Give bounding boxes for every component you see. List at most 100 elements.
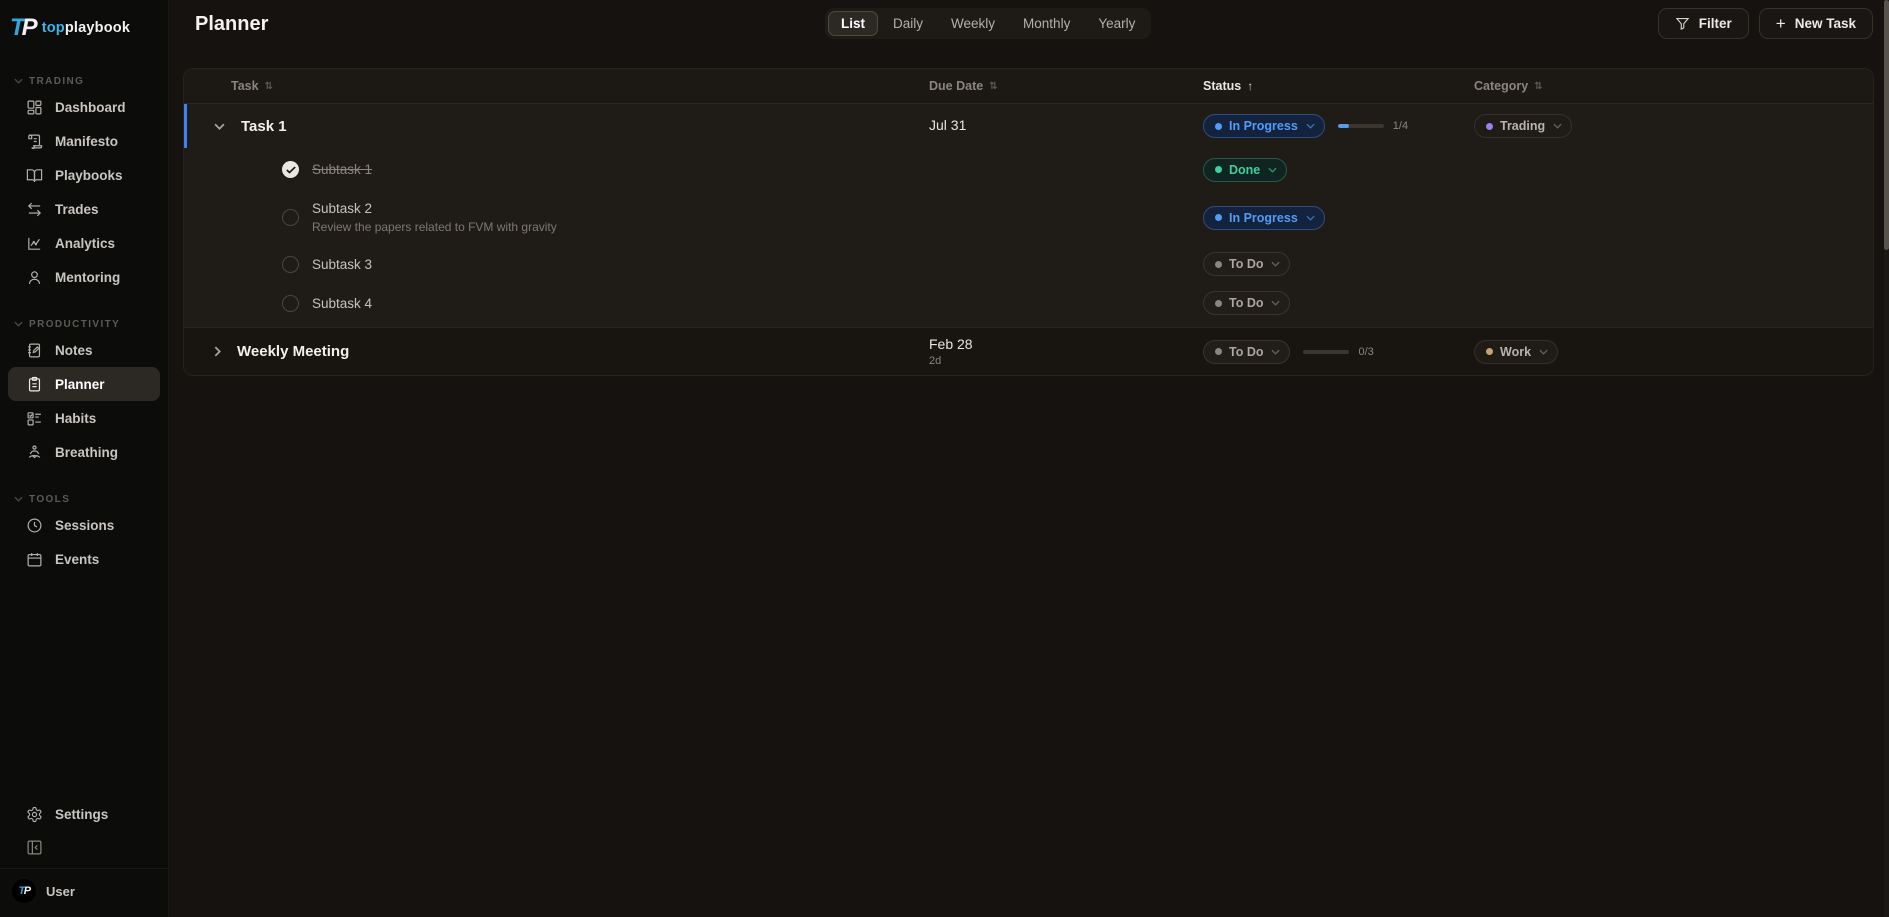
header-actions: Filter + New Task <box>1658 8 1873 39</box>
progress-label: 0/3 <box>1358 346 1373 358</box>
column-status[interactable]: Status↑ <box>1203 79 1253 93</box>
check-icon <box>286 166 296 174</box>
filter-button[interactable]: Filter <box>1658 8 1749 39</box>
sidebar-item-label: Notes <box>55 343 93 358</box>
subtask-checkbox[interactable] <box>282 256 299 273</box>
chart-icon <box>26 235 43 252</box>
sidebar-item-label: Manifesto <box>55 134 118 149</box>
status-badge[interactable]: To Do <box>1203 252 1290 276</box>
clock-icon <box>26 517 43 534</box>
status-badge[interactable]: In Progress <box>1203 114 1325 138</box>
tab-weekly[interactable]: Weekly <box>938 11 1008 36</box>
status-dot-icon <box>1215 166 1222 173</box>
subtask-title[interactable]: Subtask 3 <box>312 257 372 272</box>
due-date[interactable]: Jul 31 <box>929 117 966 133</box>
scrollbar-thumb[interactable] <box>1884 0 1889 250</box>
chevron-down-icon <box>1271 349 1280 355</box>
task-name[interactable]: Task 1 <box>241 118 287 135</box>
tab-yearly[interactable]: Yearly <box>1085 11 1148 36</box>
column-due-date[interactable]: Due Date⇅ <box>929 79 1203 93</box>
sidebar-item-label: Planner <box>55 377 105 392</box>
category-dot-icon <box>1486 123 1493 130</box>
chevron-down-icon <box>1539 349 1548 355</box>
sort-asc-icon: ↑ <box>1247 79 1253 93</box>
chevron-down-icon <box>1306 123 1315 129</box>
chevron-down-icon <box>1271 261 1280 267</box>
status-badge[interactable]: To Do <box>1203 291 1290 315</box>
sidebar-item-dashboard[interactable]: Dashboard <box>8 90 160 124</box>
subtask-row[interactable]: Subtask 2 Review the papers related to F… <box>184 191 1873 244</box>
sidebar-item-manifesto[interactable]: Manifesto <box>8 124 160 158</box>
subtask-row[interactable]: Subtask 3 To Do <box>184 244 1873 284</box>
subtask-checkbox[interactable] <box>282 295 299 312</box>
status-badge[interactable]: Done <box>1203 158 1287 182</box>
chevron-down-icon <box>1553 123 1562 129</box>
sidebar-item-mentoring[interactable]: Mentoring <box>8 260 160 294</box>
sidebar-item-settings[interactable]: Settings <box>8 798 160 830</box>
category-badge[interactable]: Work <box>1474 340 1558 364</box>
subtask-title[interactable]: Subtask 4 <box>312 296 372 311</box>
status-badge[interactable]: In Progress <box>1203 206 1325 230</box>
chevron-down-icon <box>14 78 23 84</box>
chevron-down-icon[interactable] <box>214 123 225 130</box>
checklist-icon <box>26 410 43 427</box>
column-task[interactable]: Task⇅ <box>231 79 273 93</box>
view-switcher: List Daily Weekly Monthly Yearly <box>825 8 1151 39</box>
status-dot-icon <box>1215 348 1222 355</box>
app-logo[interactable]: TP topplaybook <box>0 0 168 50</box>
collapse-sidebar-button[interactable] <box>8 832 160 862</box>
subtask-row[interactable]: Subtask 4 To Do <box>184 284 1873 322</box>
task-row[interactable]: Weekly Meeting Feb 28 2d To Do 0/3 Work <box>184 327 1873 375</box>
sidebar-item-breathing[interactable]: Breathing <box>8 435 160 469</box>
section-tools[interactable]: TOOLS <box>0 490 168 508</box>
sidebar-item-sessions[interactable]: Sessions <box>8 508 160 542</box>
sidebar-item-playbooks[interactable]: Playbooks <box>8 158 160 192</box>
task-row[interactable]: Task 1 Jul 31 In Progress 1/4 Trading <box>184 104 1873 148</box>
arrows-swap-icon <box>26 201 43 218</box>
task-name[interactable]: Weekly Meeting <box>237 343 349 360</box>
sidebar-item-label: Habits <box>55 411 96 426</box>
sort-icon: ⇅ <box>265 81 273 92</box>
chevron-right-icon[interactable] <box>214 346 221 357</box>
sidebar-item-notes[interactable]: Notes <box>8 333 160 367</box>
subtask-checkbox-checked[interactable] <box>282 161 299 178</box>
column-category[interactable]: Category⇅ <box>1474 79 1543 93</box>
sidebar-item-habits[interactable]: Habits <box>8 401 160 435</box>
sidebar-item-analytics[interactable]: Analytics <box>8 226 160 260</box>
subtask-title[interactable]: Subtask 1 <box>312 162 372 177</box>
section-productivity[interactable]: PRODUCTIVITY <box>0 315 168 333</box>
subtask-row[interactable]: Subtask 1 Done <box>184 148 1873 191</box>
new-task-button[interactable]: + New Task <box>1759 8 1873 39</box>
sidebar-item-label: Events <box>55 552 99 567</box>
subtask-title[interactable]: Subtask 2 <box>312 201 557 216</box>
book-open-icon <box>26 167 43 184</box>
sidebar-item-events[interactable]: Events <box>8 542 160 576</box>
sidebar-item-planner[interactable]: Planner <box>8 367 160 401</box>
status-badge[interactable]: To Do <box>1203 340 1290 364</box>
sidebar-item-label: Breathing <box>55 445 118 460</box>
user-menu[interactable]: TP User <box>0 868 168 907</box>
clipboard-icon <box>26 376 43 393</box>
subtask-progress: 1/4 <box>1338 120 1408 132</box>
user-avatar: TP <box>12 879 36 903</box>
sidebar-item-trades[interactable]: Trades <box>8 192 160 226</box>
tab-monthly[interactable]: Monthly <box>1010 11 1083 36</box>
table-header: Task⇅ Due Date⇅ Status↑ Category⇅ <box>184 69 1873 104</box>
tab-list[interactable]: List <box>828 11 878 36</box>
tab-daily[interactable]: Daily <box>880 11 936 36</box>
subtask-checkbox[interactable] <box>282 209 299 226</box>
due-note: 2d <box>929 355 1203 367</box>
category-badge[interactable]: Trading <box>1474 114 1572 138</box>
page-title: Planner <box>195 13 268 36</box>
progress-fill <box>1338 124 1350 128</box>
due-date[interactable]: Feb 28 <box>929 336 1203 352</box>
chevron-down-icon <box>1271 300 1280 306</box>
task-table: Task⇅ Due Date⇅ Status↑ Category⇅ Task 1… <box>183 68 1874 376</box>
section-trading[interactable]: TRADING <box>0 72 168 90</box>
scrollbar[interactable] <box>1884 0 1889 917</box>
chevron-down-icon <box>14 321 23 327</box>
chevron-down-icon <box>1306 215 1315 221</box>
topbar: Planner List Daily Weekly Monthly Yearly… <box>169 0 1889 56</box>
sidebar-item-label: Mentoring <box>55 270 120 285</box>
user-name: User <box>46 884 75 899</box>
